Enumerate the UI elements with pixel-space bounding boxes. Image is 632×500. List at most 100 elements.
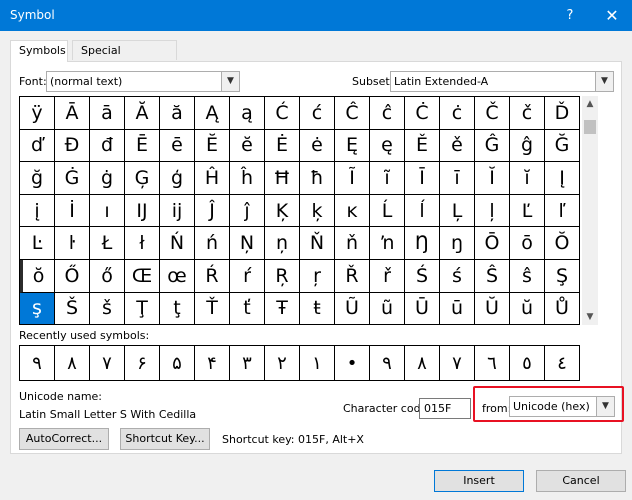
symbol-cell[interactable]: ū xyxy=(440,292,475,326)
recent-symbol-cell[interactable]: • xyxy=(335,346,370,381)
recent-symbol-cell[interactable]: ٨ xyxy=(55,346,90,381)
symbol-cell[interactable]: ę xyxy=(370,129,405,163)
symbol-cell[interactable]: ŀ xyxy=(55,227,90,260)
symbol-cell[interactable]: į xyxy=(20,194,55,228)
symbol-cell[interactable]: Ŗ xyxy=(265,259,300,293)
symbol-cell[interactable]: Ĭ xyxy=(475,162,510,195)
symbol-cell[interactable]: č xyxy=(510,97,545,130)
recent-symbol-cell[interactable]: ٣ xyxy=(230,346,265,381)
symbol-cell[interactable]: Ů xyxy=(545,292,580,326)
symbol-cell[interactable]: Ğ xyxy=(545,129,580,163)
font-combo[interactable]: (normal text) ▼ xyxy=(46,71,240,92)
symbol-cell[interactable]: Ŭ xyxy=(475,292,510,326)
symbol-cell[interactable]: Ē xyxy=(125,129,160,163)
chevron-down-icon[interactable]: ▼ xyxy=(595,72,613,91)
symbol-cell[interactable]: ř xyxy=(370,259,405,293)
symbol-cell[interactable]: ŕ xyxy=(230,259,265,293)
symbol-cell[interactable]: ĳ xyxy=(160,194,195,228)
symbol-cell[interactable]: Ă xyxy=(125,97,160,130)
recent-symbol-cell[interactable]: ٢ xyxy=(265,346,300,381)
symbol-cell[interactable]: Ń xyxy=(160,227,195,260)
symbol-cell[interactable]: Ũ xyxy=(335,292,370,326)
symbol-cell[interactable]: Ć xyxy=(265,97,300,130)
symbol-cell[interactable]: ĥ xyxy=(230,162,265,195)
from-combo[interactable]: Unicode (hex) ▼ xyxy=(509,396,615,417)
symbol-cell[interactable]: ġ xyxy=(90,162,125,195)
recent-symbol-cell[interactable]: ٩ xyxy=(370,346,405,381)
symbol-cell[interactable]: Ĝ xyxy=(475,129,510,163)
symbol-cell[interactable]: ć xyxy=(300,97,335,130)
symbol-cell[interactable]: ĝ xyxy=(510,129,545,163)
symbol-cell[interactable]: ċ xyxy=(440,97,475,130)
symbol-cell[interactable]: ũ xyxy=(370,292,405,326)
symbol-cell[interactable]: Ļ xyxy=(440,194,475,228)
symbol-cell[interactable]: ĉ xyxy=(370,97,405,130)
symbol-cell[interactable]: Ņ xyxy=(230,227,265,260)
symbol-cell[interactable]: ń xyxy=(195,227,230,260)
symbol-cell[interactable]: ň xyxy=(335,227,370,260)
symbol-cell[interactable]: Ī xyxy=(405,162,440,195)
symbol-cell[interactable]: Ą xyxy=(195,97,230,130)
symbol-cell[interactable]: ŏ xyxy=(20,259,55,293)
symbol-cell[interactable]: Ĵ xyxy=(195,194,230,228)
symbol-cell[interactable]: Ő xyxy=(55,259,90,293)
tab-symbols[interactable]: Symbols xyxy=(10,40,68,62)
symbol-cell[interactable]: ŋ xyxy=(440,227,475,260)
symbol-cell[interactable]: Ŧ xyxy=(265,292,300,326)
symbol-cell[interactable]: ŗ xyxy=(300,259,335,293)
symbol-cell[interactable]: ą xyxy=(230,97,265,130)
symbol-cell[interactable]: ĕ xyxy=(230,129,265,163)
symbol-cell[interactable]: ğ xyxy=(20,162,55,195)
symbol-cell[interactable]: Č xyxy=(475,97,510,130)
symbol-cell[interactable]: ł xyxy=(125,227,160,260)
symbol-cell[interactable]: ď xyxy=(20,129,55,163)
symbol-cell[interactable]: Ā xyxy=(55,97,90,130)
recent-symbol-cell[interactable]: ۶ xyxy=(125,346,160,381)
symbol-cell[interactable]: ē xyxy=(160,129,195,163)
symbol-cell[interactable]: ı xyxy=(90,194,125,228)
cancel-button[interactable]: Cancel xyxy=(536,470,626,492)
symbol-cell[interactable]: ļ xyxy=(475,194,510,228)
symbol-cell[interactable]: Ō xyxy=(475,227,510,260)
symbol-cell[interactable]: ĵ xyxy=(230,194,265,228)
character-code-field[interactable]: 015F xyxy=(419,398,471,419)
symbol-cell[interactable]: Ĺ xyxy=(370,194,405,228)
symbol-cell[interactable]: Ě xyxy=(405,129,440,163)
symbol-cell[interactable]: đ xyxy=(90,129,125,163)
symbol-scrollbar[interactable]: ▲ ▼ xyxy=(582,96,598,325)
symbol-cell[interactable]: ā xyxy=(90,97,125,130)
recent-symbol-cell[interactable]: ٨ xyxy=(405,346,440,381)
symbol-cell[interactable]: Ŀ xyxy=(20,227,55,260)
symbol-cell[interactable]: Ę xyxy=(335,129,370,163)
symbol-cell[interactable]: Į xyxy=(545,162,580,195)
symbol-cell[interactable]: Ė xyxy=(265,129,300,163)
symbol-cell[interactable]: ŧ xyxy=(300,292,335,326)
recent-symbol-cell[interactable]: ۴ xyxy=(195,346,230,381)
symbol-cell[interactable]: Ţ xyxy=(125,292,160,326)
symbol-cell[interactable]: ņ xyxy=(265,227,300,260)
symbol-cell[interactable]: Ċ xyxy=(405,97,440,130)
recent-symbol-cell[interactable]: ٧ xyxy=(90,346,125,381)
symbol-cell[interactable]: ŝ xyxy=(510,259,545,293)
symbol-cell[interactable]: Œ xyxy=(125,259,160,293)
tab-special-characters[interactable]: Special Characters xyxy=(72,40,177,77)
symbol-cell[interactable]: ě xyxy=(440,129,475,163)
symbol-cell[interactable]: Ķ xyxy=(265,194,300,228)
close-icon[interactable]: ✕ xyxy=(592,0,632,31)
symbol-cell[interactable]: Ĩ xyxy=(335,162,370,195)
symbol-cell[interactable]: ķ xyxy=(300,194,335,228)
symbol-cell[interactable]: Ş xyxy=(545,259,580,293)
symbol-cell[interactable]: œ xyxy=(160,259,195,293)
recent-symbol-cell[interactable]: ١ xyxy=(300,346,335,381)
symbol-cell[interactable]: Ŏ xyxy=(545,227,580,260)
symbol-cell[interactable]: Ś xyxy=(405,259,440,293)
symbol-cell[interactable]: Ŋ xyxy=(405,227,440,260)
symbol-cell[interactable]: ħ xyxy=(300,162,335,195)
symbol-cell[interactable]: İ xyxy=(55,194,90,228)
symbol-cell[interactable]: ş xyxy=(20,292,55,326)
help-button[interactable]: ? xyxy=(548,0,592,31)
symbol-cell[interactable]: Š xyxy=(55,292,90,326)
symbol-cell[interactable]: Đ xyxy=(55,129,90,163)
symbol-cell[interactable]: ĸ xyxy=(335,194,370,228)
symbol-cell[interactable]: Ĉ xyxy=(335,97,370,130)
